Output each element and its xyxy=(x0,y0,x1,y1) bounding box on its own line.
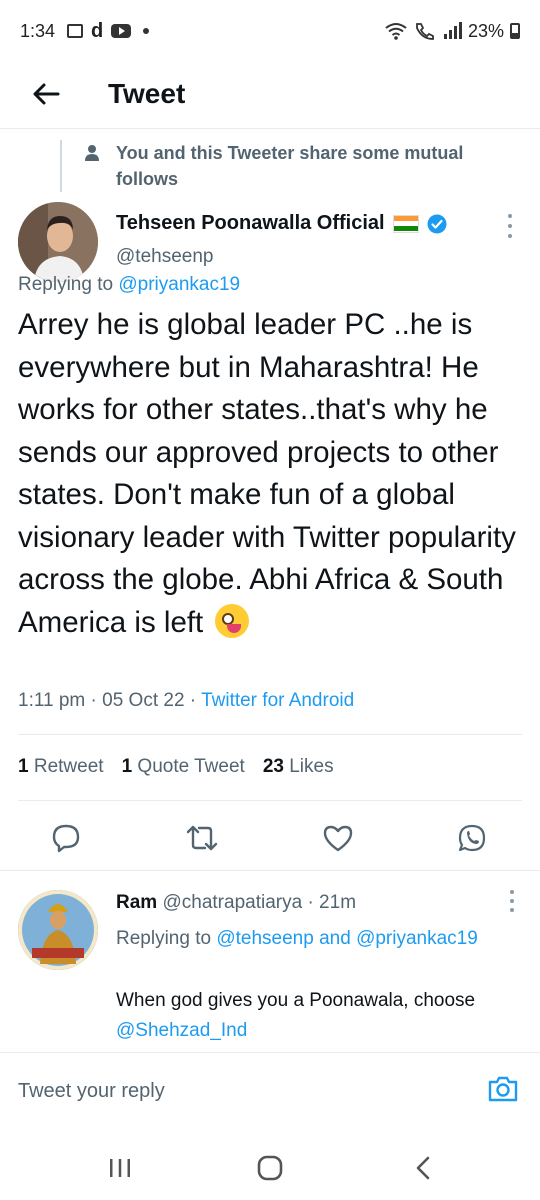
tweet-stats: 1 Retweet 1 Quote Tweet 23 Likes xyxy=(18,756,334,778)
battery-icon xyxy=(510,23,520,39)
mutual-follows-text: You and this Tweeter share some mutual f… xyxy=(116,143,464,189)
reply-author-name[interactable]: Ram xyxy=(116,892,157,913)
whatsapp-icon xyxy=(458,824,486,852)
header-divider xyxy=(0,128,540,129)
reply-header: Ram @chatrapatiarya · 21m xyxy=(116,892,356,914)
quotes-label: Quote Tweet xyxy=(137,756,245,777)
reply-avatar-image xyxy=(18,890,98,970)
divider xyxy=(18,800,522,801)
wifi-icon xyxy=(385,23,407,40)
camera-icon xyxy=(488,1076,518,1102)
author-avatar[interactable] xyxy=(18,202,98,282)
heart-icon xyxy=(323,825,353,852)
reply-time: · 21m xyxy=(302,892,357,913)
author-name[interactable]: Tehseen Poonawalla Official xyxy=(116,212,385,235)
tweet-timestamp: 1:11 pm · 05 Oct 22 · xyxy=(18,690,202,711)
replying-prefix: Replying to xyxy=(18,274,119,295)
avatar-image xyxy=(18,202,98,282)
recent-apps-icon xyxy=(110,1159,130,1177)
reply-text-mention[interactable]: @Shehzad_Ind xyxy=(116,1020,247,1041)
reply-replying-and: and xyxy=(313,928,357,949)
tweet-reply-input[interactable] xyxy=(18,1070,458,1112)
system-navigation-bar xyxy=(0,1130,540,1200)
reply-icon xyxy=(52,824,80,853)
status-system-icons: 23% xyxy=(384,21,520,42)
retweet-icon xyxy=(186,825,218,851)
home-button[interactable] xyxy=(250,1148,290,1188)
gallery-icon xyxy=(67,24,84,38)
back-nav-button[interactable] xyxy=(404,1148,444,1188)
winking-tongue-emoji-icon xyxy=(215,603,250,638)
quotes-stat[interactable]: 1 Quote Tweet xyxy=(122,756,245,778)
quotes-count: 1 xyxy=(121,756,133,777)
reply-replying-to: Replying to @tehseenp and @priyankac19 xyxy=(116,924,516,954)
back-button[interactable] xyxy=(26,74,66,114)
retweets-label: Retweet xyxy=(33,756,104,777)
youtube-icon xyxy=(111,24,132,38)
verified-badge-icon xyxy=(427,214,447,233)
replying-to: Replying to @priyankac19 xyxy=(18,274,240,296)
tweet-more-options-button[interactable] xyxy=(504,214,516,238)
mutual-follows-notice: You and this Tweeter share some mutual f… xyxy=(60,140,520,192)
reply-mention-2[interactable]: @priyankac19 xyxy=(356,928,478,949)
tweet-text: Arrey he is global leader PC ..he is eve… xyxy=(18,304,528,644)
d-app-icon: d xyxy=(91,19,104,42)
retweets-stat[interactable]: 1 Retweet xyxy=(18,756,104,778)
reply-author-handle[interactable]: @chatrapatiarya xyxy=(162,892,302,913)
reply-mention-1[interactable]: @tehseenp xyxy=(216,928,313,949)
battery-percent: 23% xyxy=(467,20,504,41)
signal-icon xyxy=(443,22,462,39)
reply-author-avatar[interactable] xyxy=(18,890,98,970)
reply-replying-prefix: Replying to xyxy=(116,928,217,949)
back-chevron-icon xyxy=(416,1156,430,1180)
likes-stat[interactable]: 23 Likes xyxy=(263,756,334,778)
reply-bar-divider xyxy=(0,1052,540,1053)
author-name-row[interactable]: Tehseen Poonawalla Official xyxy=(116,212,447,235)
tweet-source[interactable]: Twitter for Android xyxy=(201,690,354,711)
reply-more-options-button[interactable] xyxy=(508,890,516,912)
app-header: Tweet xyxy=(0,62,540,126)
thread-line xyxy=(60,140,62,192)
retweet-button[interactable] xyxy=(184,820,220,856)
divider xyxy=(0,870,540,871)
status-bar: 1:34 d 23% xyxy=(0,0,540,62)
reply-text-body: When god gives you a Poonawala, choose xyxy=(116,990,476,1011)
tweet-meta: 1:11 pm · 05 Oct 22 · Twitter for Androi… xyxy=(18,690,354,712)
author-handle[interactable]: @tehseenp xyxy=(116,246,213,268)
home-icon xyxy=(257,1155,283,1181)
reply-button[interactable] xyxy=(48,820,84,856)
retweets-count: 1 xyxy=(18,756,29,777)
person-icon xyxy=(85,145,99,161)
recent-apps-button[interactable] xyxy=(100,1148,140,1188)
arrow-left-icon xyxy=(33,83,60,105)
share-whatsapp-button[interactable] xyxy=(454,820,490,856)
page-title: Tweet xyxy=(108,78,186,109)
india-flag-icon xyxy=(392,214,419,233)
status-time: 1:34 xyxy=(20,20,56,41)
tweet-body: Arrey he is global leader PC ..he is eve… xyxy=(18,308,516,639)
more-notifications-icon xyxy=(143,28,150,34)
divider xyxy=(18,734,522,735)
reply-text: When god gives you a Poonawala, choose @… xyxy=(116,986,516,1046)
camera-button[interactable] xyxy=(486,1072,520,1106)
tweet-action-bar xyxy=(0,820,540,856)
likes-count: 23 xyxy=(262,756,284,777)
status-notification-icons: d xyxy=(67,19,150,43)
replying-to-mention[interactable]: @priyankac19 xyxy=(118,274,240,295)
like-button[interactable] xyxy=(320,820,356,856)
call-icon xyxy=(416,23,434,40)
likes-label: Likes xyxy=(289,756,334,777)
